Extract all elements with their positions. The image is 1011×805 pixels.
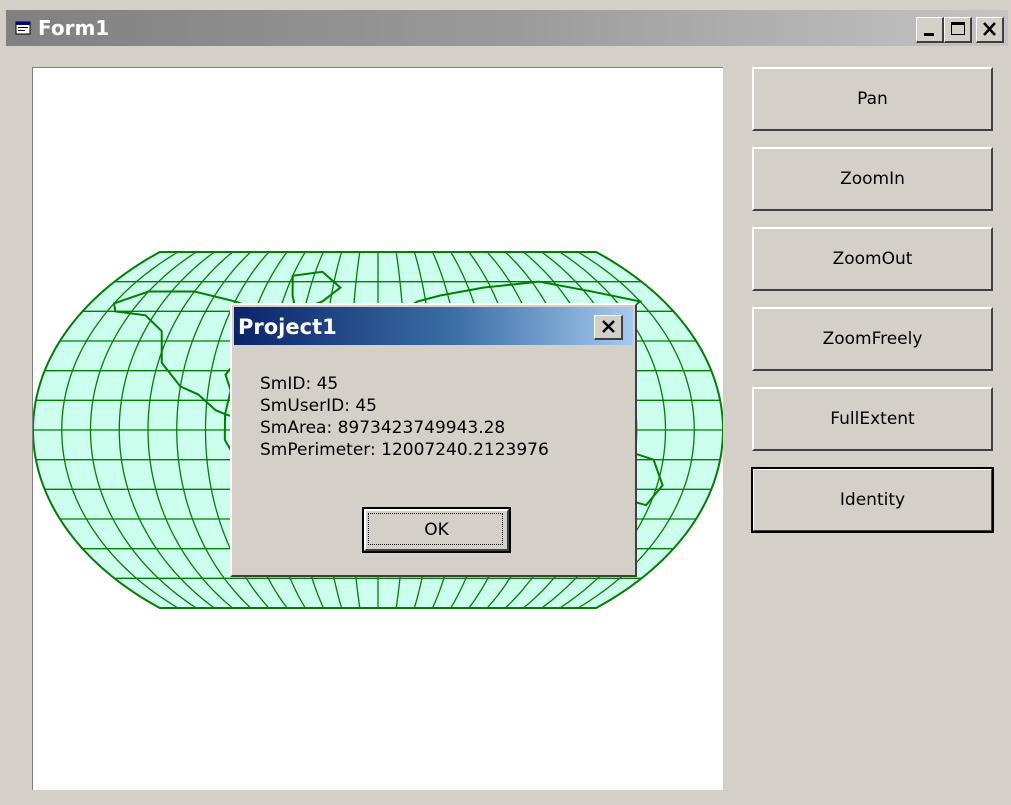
- full-extent-button[interactable]: FullExtent: [752, 387, 993, 451]
- message-line-smperimeter: SmPerimeter: 12007240.2123976: [260, 440, 549, 460]
- message-line-smuserid: SmUserID: 45: [260, 396, 377, 416]
- close-icon: [602, 320, 615, 333]
- form-icon: [15, 21, 31, 35]
- identity-button[interactable]: Identity: [751, 467, 994, 533]
- message-line-smarea: SmArea: 8973423749943.28: [260, 418, 506, 438]
- focus-rectangle: [368, 513, 503, 545]
- close-icon: [983, 22, 996, 36]
- dialog-close-button[interactable]: [594, 315, 623, 340]
- maximize-icon: [951, 22, 965, 35]
- dialog-title: Project1: [238, 315, 337, 339]
- zoom-out-button[interactable]: ZoomOut: [752, 227, 993, 291]
- minimize-button[interactable]: [916, 17, 944, 43]
- dialog-title-bar[interactable]: Project1: [234, 307, 633, 345]
- minimize-icon: [924, 33, 934, 36]
- message-line-smid: SmID: 45: [260, 374, 339, 394]
- zoom-in-button[interactable]: ZoomIn: [752, 147, 993, 211]
- ok-label: OK: [424, 520, 449, 540]
- pan-button[interactable]: Pan: [752, 67, 993, 131]
- zoom-freely-button[interactable]: ZoomFreely: [752, 307, 993, 371]
- main-window: Form1 Pan ZoomIn ZoomOut ZoomFreely Full…: [0, 0, 1011, 805]
- maximize-button[interactable]: [944, 17, 972, 43]
- window-title: Form1: [38, 16, 110, 40]
- title-bar[interactable]: Form1: [6, 10, 1008, 46]
- ok-button[interactable]: OK: [362, 507, 511, 553]
- close-button[interactable]: [976, 17, 1004, 43]
- message-dialog: Project1 SmID: 45 SmUserID: 45 SmArea: 8…: [230, 303, 637, 577]
- dialog-message: SmID: 45 SmUserID: 45 SmArea: 8973423749…: [260, 373, 549, 461]
